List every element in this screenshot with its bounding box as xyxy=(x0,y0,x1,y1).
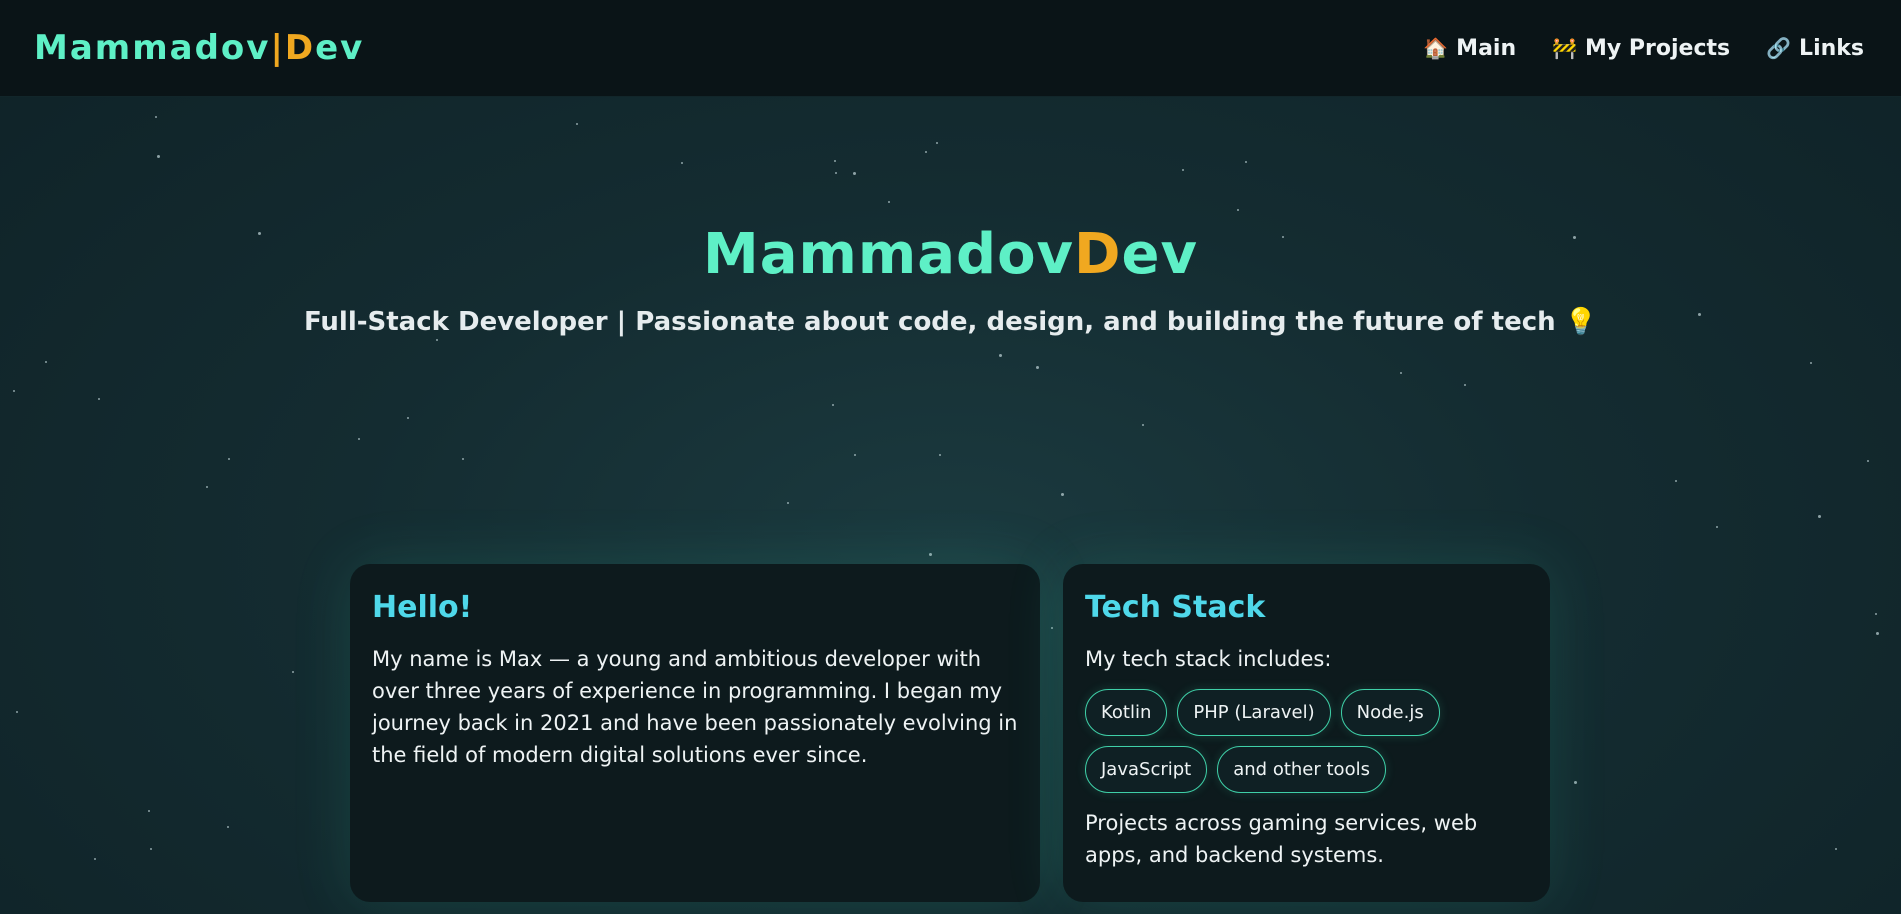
star-dot xyxy=(832,404,834,406)
hero-title-accent: D xyxy=(1074,222,1122,287)
star-dot xyxy=(206,486,208,488)
star-dot xyxy=(1867,460,1869,462)
star-dot xyxy=(888,201,890,203)
star-dot xyxy=(150,848,152,850)
star-dot xyxy=(13,390,15,392)
hello-card-text: My name is Max — a young and ambitious d… xyxy=(372,647,1018,767)
star-dot xyxy=(1400,372,1402,374)
star-dot xyxy=(407,417,409,419)
star-dot xyxy=(94,858,96,860)
tech-stack-card: Tech Stack My tech stack includes: Kotli… xyxy=(1063,564,1550,902)
hero-title: MammadovDev xyxy=(0,222,1901,287)
star-dot xyxy=(835,172,837,174)
star-dot xyxy=(939,454,941,456)
star-dot xyxy=(462,458,464,460)
tech-chip: Node.js xyxy=(1340,689,1440,736)
hero-subtitle: Full-Stack Developer | Passionate about … xyxy=(303,307,1598,337)
star-dot xyxy=(1237,209,1239,211)
construction-icon: 🚧 xyxy=(1552,36,1578,60)
star-dot xyxy=(1245,161,1247,163)
star-dot xyxy=(1876,632,1879,635)
star-dot xyxy=(999,354,1002,357)
star-dot xyxy=(45,361,47,363)
nav-item-projects[interactable]: 🚧 My Projects xyxy=(1552,36,1730,61)
star-dot xyxy=(853,172,856,175)
logo-separator: | xyxy=(270,28,285,68)
star-dot xyxy=(1036,366,1039,369)
star-dot xyxy=(16,711,18,713)
site-logo[interactable]: Mammadov|Dev xyxy=(34,28,364,68)
hello-card-title: Hello! xyxy=(372,590,473,625)
star-dot xyxy=(227,826,229,828)
star-dot xyxy=(929,553,932,556)
star-dot xyxy=(1574,781,1577,784)
nav-item-main[interactable]: 🏠 Main xyxy=(1423,36,1516,61)
hero-title-rest: ev xyxy=(1121,222,1199,287)
star-dot xyxy=(292,671,294,673)
star-dot xyxy=(148,810,150,812)
star-dot xyxy=(936,142,938,144)
star-dot xyxy=(157,155,160,158)
hero-title-main: Mammadov xyxy=(702,222,1075,287)
hello-card: Hello! My name is Max — a young and ambi… xyxy=(350,564,1040,902)
star-dot xyxy=(98,398,100,400)
tech-card-intro: My tech stack includes: xyxy=(1085,647,1332,671)
star-dot xyxy=(854,454,856,456)
star-dot xyxy=(834,160,836,162)
star-dot xyxy=(681,162,683,164)
logo-accent-letter: D xyxy=(284,28,316,68)
house-icon: 🏠 xyxy=(1423,36,1449,60)
nav-label-main: Main xyxy=(1456,35,1517,61)
star-dot xyxy=(787,502,789,504)
star-dot xyxy=(1810,362,1812,364)
tech-card-outro: Projects across gaming services, web app… xyxy=(1085,811,1478,867)
star-dot xyxy=(358,438,360,440)
main-nav: 🏠 Main 🚧 My Projects 🔗 Links xyxy=(1423,36,1864,61)
link-icon: 🔗 xyxy=(1766,36,1792,60)
star-dot xyxy=(1464,384,1466,386)
nav-label-links: Links xyxy=(1799,35,1864,61)
logo-text-main: Mammadov xyxy=(34,28,271,68)
star-dot xyxy=(1051,627,1053,629)
star-dot xyxy=(1675,480,1677,482)
hero-section: MammadovDev Full-Stack Developer | Passi… xyxy=(0,222,1901,337)
star-dot xyxy=(1875,613,1877,615)
star-dot xyxy=(228,458,230,460)
tech-chip: Kotlin xyxy=(1085,689,1168,736)
logo-text-rest: ev xyxy=(315,28,365,68)
star-dot xyxy=(576,123,578,125)
star-dot xyxy=(155,116,157,118)
star-dot xyxy=(1061,493,1064,496)
star-dot xyxy=(1142,424,1144,426)
star-dot xyxy=(1818,515,1821,518)
nav-item-links[interactable]: 🔗 Links xyxy=(1766,36,1864,61)
tech-chip-list: Kotlin PHP (Laravel) Node.js JavaScript … xyxy=(1085,689,1528,793)
star-dot xyxy=(925,151,927,153)
tech-chip: PHP (Laravel) xyxy=(1177,689,1331,736)
star-dot xyxy=(436,339,438,341)
site-header: Mammadov|Dev 🏠 Main 🚧 My Projects 🔗 Link… xyxy=(0,0,1901,97)
star-dot xyxy=(1835,848,1837,850)
star-dot xyxy=(1182,169,1184,171)
nav-label-projects: My Projects xyxy=(1585,35,1731,61)
star-dot xyxy=(1716,526,1718,528)
tech-card-title: Tech Stack xyxy=(1085,590,1266,625)
tech-chip: and other tools xyxy=(1217,746,1386,793)
tech-chip: JavaScript xyxy=(1085,746,1208,793)
